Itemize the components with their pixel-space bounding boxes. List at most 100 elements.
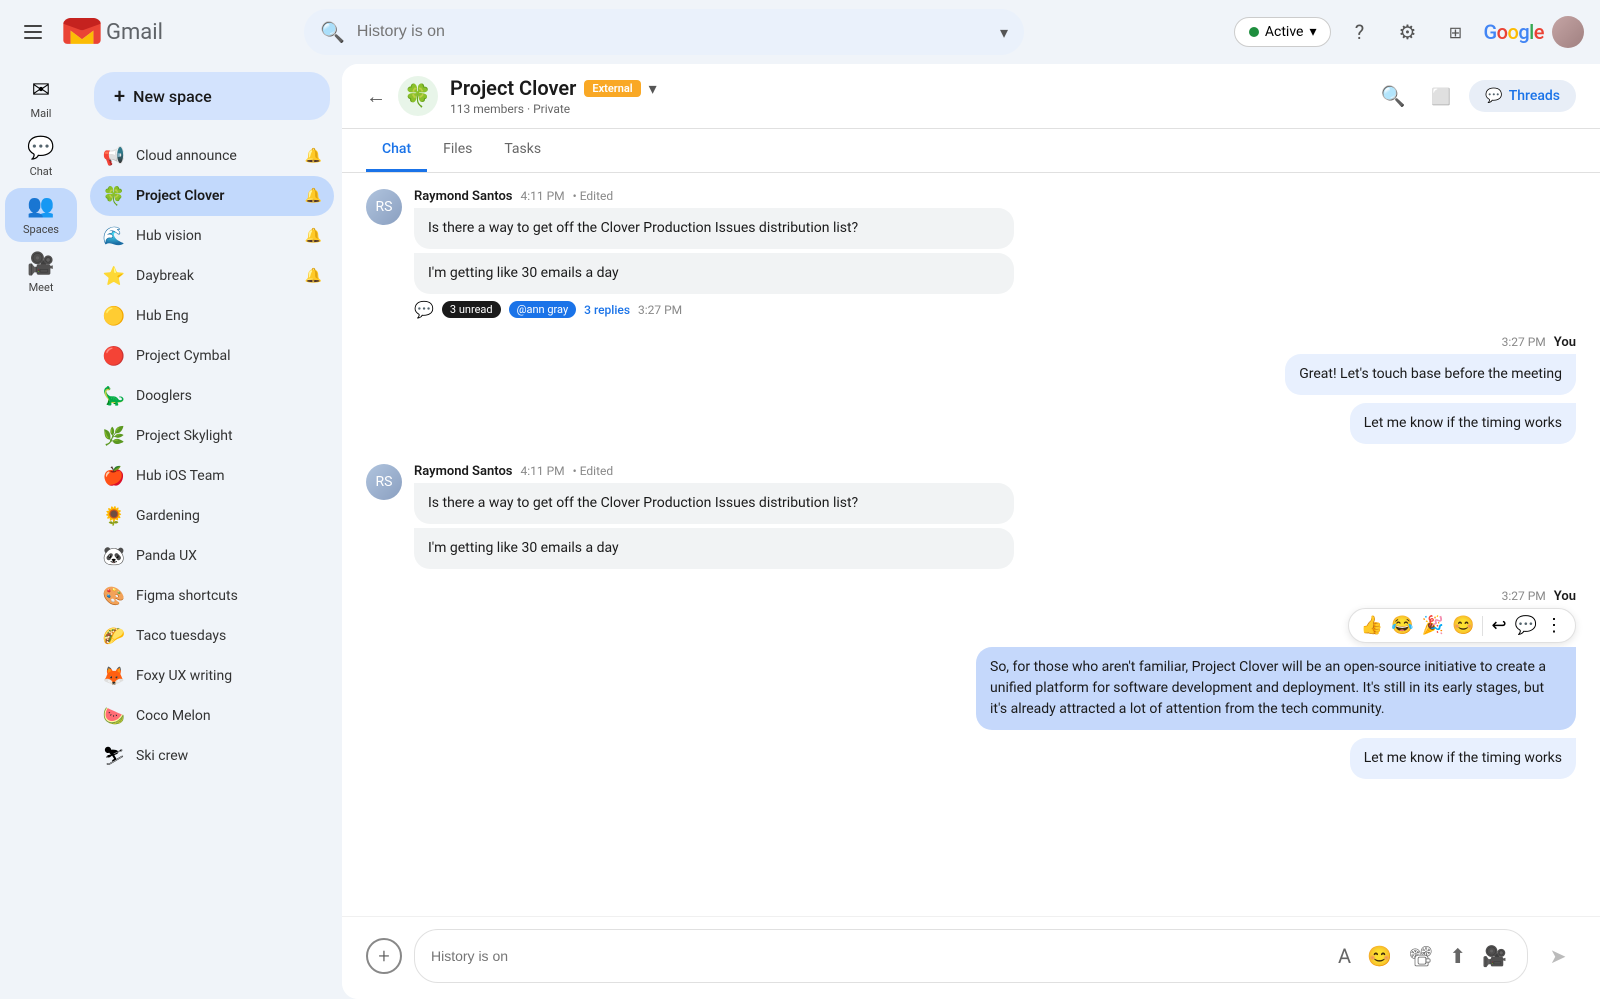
space-item-ski-crew[interactable]: ⛷ Ski crew [90,736,334,776]
spaces-list: + New space 📢 Cloud announce 🔔 🍀 Project… [82,64,342,999]
mention-badge: @ann gray [509,301,577,318]
menu-button[interactable] [16,17,50,47]
space-name-project-clover: Project Clover [136,188,295,204]
chat-header-info: Project Clover External ▾ 113 members · … [450,76,1361,116]
reaction-smile[interactable]: 😊 [1452,615,1474,636]
space-icon-dooglers: 🦕 [102,384,126,408]
sidebar-item-meet[interactable]: 🎥 Meet [5,246,77,300]
search-bar[interactable]: 🔍 ▾ [304,9,1024,55]
space-name-foxy-ux: Foxy UX writing [136,668,322,684]
reaction-laugh[interactable]: 😂 [1391,615,1413,636]
new-space-button[interactable]: + New space [94,72,330,120]
unread-count: 3 unread [450,303,493,316]
sidebar: ✉ Mail 💬 Chat 👥 Spaces 🎥 Meet [0,64,82,999]
active-status-button[interactable]: Active ▾ [1234,17,1332,47]
new-space-label: New space [133,87,212,106]
space-item-foxy-ux[interactable]: 🦊 Foxy UX writing [90,656,334,696]
chat-header-actions: 🔍 ⬜ 💬 Threads [1373,76,1576,116]
msg-time-1: 4:11 PM [521,189,565,203]
space-item-dooglers[interactable]: 🦕 Dooglers [90,376,334,416]
space-icon-project-cymbal: 🔴 [102,344,126,368]
send-button[interactable]: ➤ [1540,938,1576,974]
msg-bubble-4b: Let me know if the timing works [1350,738,1576,779]
search-input[interactable] [357,23,988,41]
space-icon-gardening: 🌻 [102,504,126,528]
space-name-daybreak: Daybreak [136,268,295,284]
pin-icon-daybreak: 🔔 [305,268,322,284]
msg-bubble-3b: I'm getting like 30 emails a day [414,528,1014,569]
search-chat-button[interactable]: 🔍 [1373,76,1413,116]
chat-dropdown-icon[interactable]: ▾ [649,79,657,98]
space-item-figma-shortcuts[interactable]: 🎨 Figma shortcuts [90,576,334,616]
emoji-icon[interactable]: 😊 [1363,940,1396,972]
msg-sender-3: Raymond Santos [414,464,513,479]
space-item-project-skylight[interactable]: 🌿 Project Skylight [90,416,334,456]
space-name-figma-shortcuts: Figma shortcuts [136,588,322,604]
space-icon-coco-melon: 🍉 [102,704,126,728]
avatar[interactable] [1552,16,1584,48]
msg-edited-1: • Edited [573,189,613,203]
pin-icon-project-clover: 🔔 [305,188,322,204]
space-icon-foxy-ux: 🦊 [102,664,126,688]
space-item-gardening[interactable]: 🌻 Gardening [90,496,334,536]
sidebar-item-spaces[interactable]: 👥 Spaces [5,188,77,242]
space-item-cloud-announce[interactable]: 📢 Cloud announce 🔔 [90,136,334,176]
format-text-icon[interactable]: A [1334,940,1355,972]
reaction-toolbar: 👍 😂 🎉 😊 ↩ 💬 ⋮ [1348,608,1576,643]
msg-thread-info-1[interactable]: 💬 3 unread @ann gray 3 replies 3:27 PM [414,300,1576,319]
reply-icon[interactable]: ↩ [1491,615,1506,636]
space-item-taco-tuesdays[interactable]: 🌮 Taco tuesdays [90,616,334,656]
space-icon-panda-ux: 🐼 [102,544,126,568]
tab-files[interactable]: Files [427,129,488,172]
message-1: RS Raymond Santos 4:11 PM • Edited Is th… [366,189,1576,319]
msg-content-4: You 3:27 PM 👍 😂 🎉 😊 ↩ 💬 ⋮ So, for those … [366,589,1576,783]
space-item-hub-vision[interactable]: 🌊 Hub vision 🔔 [90,216,334,256]
settings-button[interactable]: ⚙ [1387,12,1427,52]
space-icon-project-skylight: 🌿 [102,424,126,448]
msg-sender-2: You [1554,335,1576,350]
space-item-coco-melon[interactable]: 🍉 Coco Melon [90,696,334,736]
tab-tasks[interactable]: Tasks [488,129,557,172]
reaction-party[interactable]: 🎉 [1422,615,1444,636]
space-item-project-cymbal[interactable]: 🔴 Project Cymbal [90,336,334,376]
message-input-box: A 😊 📽 ⬆ 🎥 [414,929,1528,983]
space-item-daybreak[interactable]: ⭐ Daybreak 🔔 [90,256,334,296]
sidebar-item-mail[interactable]: ✉ Mail [5,72,77,126]
space-item-panda-ux[interactable]: 🐼 Panda UX [90,536,334,576]
reaction-thumbs-up[interactable]: 👍 [1361,615,1383,636]
chat-title: Project Clover [450,76,576,100]
thread-reply-icon[interactable]: 💬 [1515,615,1537,636]
external-badge: External [584,80,640,97]
back-button[interactable]: ← [366,84,386,109]
reaction-divider [1482,616,1483,636]
msg-bubble-3a: Is there a way to get off the Clover Pro… [414,483,1014,524]
apps-button[interactable]: ⊞ [1435,12,1475,52]
message-3: RS Raymond Santos 4:11 PM • Edited Is th… [366,464,1576,573]
video-call-icon[interactable]: 🎥 [1478,940,1511,972]
search-dropdown-icon[interactable]: ▾ [1000,23,1008,42]
sidebar-label-mail: Mail [31,107,52,120]
space-name-hub-eng: Hub Eng [136,308,322,324]
space-item-hub-eng[interactable]: 🟡 Hub Eng [90,296,334,336]
threads-button[interactable]: 💬 Threads [1469,80,1576,112]
add-content-button[interactable]: + [366,938,402,974]
msg-bubble-4a: So, for those who aren't familiar, Proje… [976,647,1576,730]
google-logo: Google [1483,20,1544,44]
space-icon-hub-vision: 🌊 [102,224,126,248]
more-options-icon[interactable]: ⋮ [1545,615,1563,636]
topbar-right: Active ▾ ? ⚙ ⊞ Google [1234,12,1584,52]
help-button[interactable]: ? [1339,12,1379,52]
video-clip-icon[interactable]: 📽 [1404,940,1437,972]
sidebar-item-chat[interactable]: 💬 Chat [5,130,77,184]
space-item-hub-ios[interactable]: 🍎 Hub iOS Team [90,456,334,496]
space-icon-taco-tuesdays: 🌮 [102,624,126,648]
space-item-project-clover[interactable]: 🍀 Project Clover 🔔 [90,176,334,216]
tab-chat[interactable]: Chat [366,129,427,172]
spaces-icon: 👥 [27,194,54,219]
input-actions: A 😊 📽 ⬆ 🎥 [1334,940,1511,972]
upload-icon[interactable]: ⬆ [1445,940,1470,972]
msg-header-4: You 3:27 PM [1502,589,1576,604]
plus-icon: + [114,84,125,108]
layout-button[interactable]: ⬜ [1421,76,1461,116]
message-input[interactable] [431,948,1326,964]
